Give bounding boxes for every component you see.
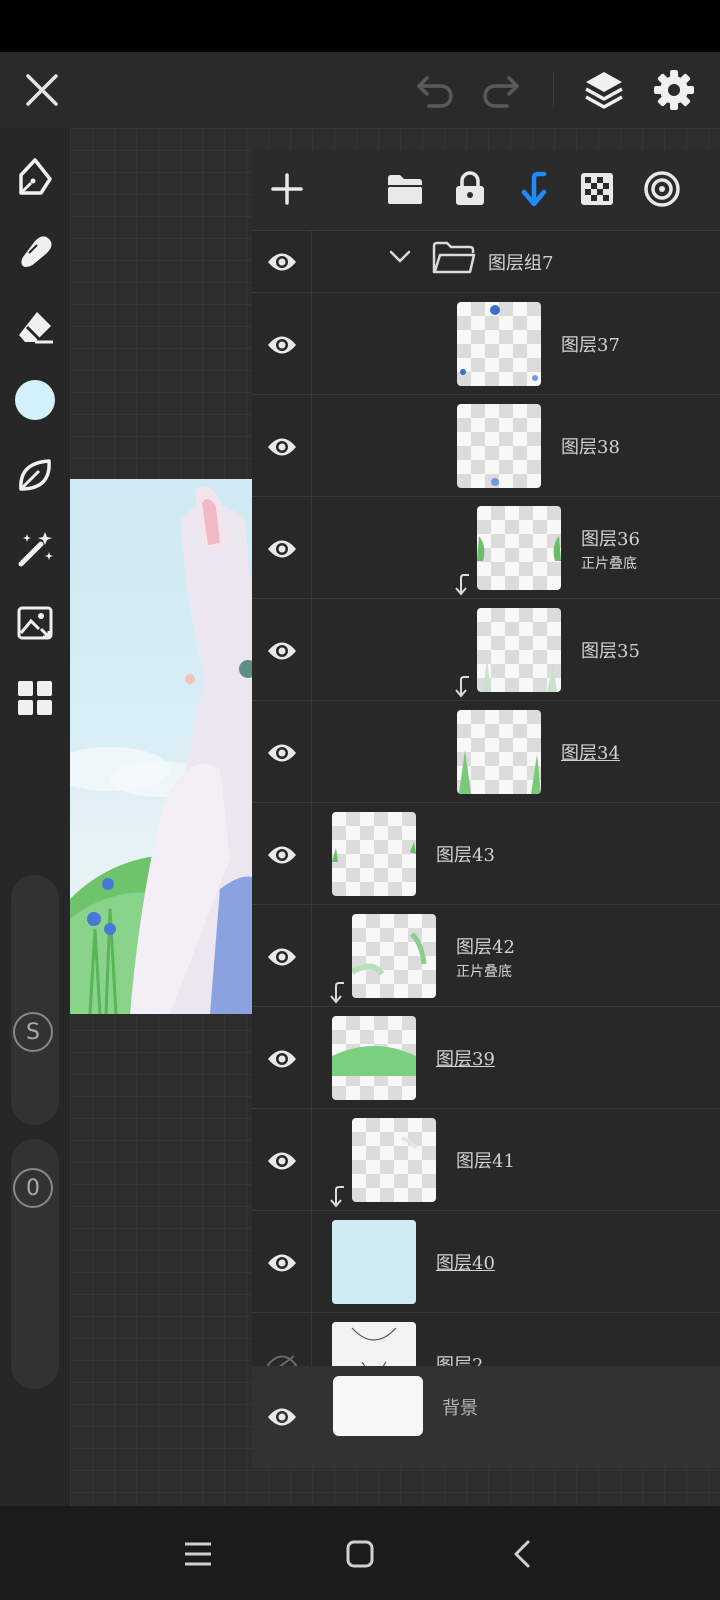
reference-icon[interactable] bbox=[635, 162, 689, 216]
layer-name: 图层36 bbox=[581, 529, 640, 550]
layers-icon[interactable] bbox=[576, 62, 632, 118]
clip-arrow-icon[interactable] bbox=[508, 162, 562, 216]
layer-thumbnail bbox=[332, 1322, 416, 1368]
eraser-icon[interactable] bbox=[8, 300, 62, 354]
background-layer-label: 背景 bbox=[442, 1398, 478, 1419]
layer-name: 图层40 bbox=[436, 1253, 495, 1274]
layer-name: 图层35 bbox=[581, 641, 640, 662]
layer-group-row[interactable]: 图层组7 bbox=[252, 230, 720, 293]
layer-visibility-toggle[interactable] bbox=[252, 905, 312, 1009]
layer-visibility-toggle[interactable] bbox=[252, 1007, 312, 1111]
group-label: 图层组7 bbox=[488, 253, 554, 274]
layer-row[interactable]: 图层37 bbox=[252, 292, 720, 397]
layer-visibility-toggle[interactable] bbox=[252, 293, 312, 397]
layer-name: 图层41 bbox=[456, 1151, 515, 1172]
layer-name: 图层43 bbox=[436, 845, 495, 866]
layer-row[interactable]: 图层36 正片叠底 bbox=[252, 496, 720, 601]
layers-panel-header bbox=[252, 150, 720, 230]
layer-visibility-toggle[interactable] bbox=[252, 497, 312, 601]
layer-visibility-toggle[interactable] bbox=[252, 701, 312, 805]
layer-thumbnail bbox=[352, 1118, 436, 1202]
layer-row[interactable]: 图层34 bbox=[252, 700, 720, 805]
size-badge: S bbox=[13, 1012, 53, 1052]
layer-row[interactable]: 图层38 bbox=[252, 394, 720, 499]
layer-thumbnail bbox=[457, 302, 541, 386]
grid-apps-icon[interactable] bbox=[8, 671, 62, 725]
layer-blend-mode: 正片叠底 bbox=[456, 964, 512, 980]
brush-size-slider[interactable] bbox=[11, 875, 59, 1125]
home-icon[interactable] bbox=[332, 1526, 388, 1582]
color-swatch[interactable] bbox=[8, 373, 62, 427]
system-nav-bar bbox=[0, 1506, 720, 1600]
layer-thumbnail bbox=[457, 710, 541, 794]
add-layer-icon[interactable] bbox=[260, 162, 314, 216]
layer-thumbnail bbox=[332, 1220, 416, 1304]
background-layer-row[interactable]: 背景 bbox=[252, 1366, 720, 1468]
layer-visibility-toggle[interactable] bbox=[252, 1109, 312, 1213]
layer-row[interactable]: 图层41 bbox=[252, 1108, 720, 1213]
layer-visibility-toggle[interactable] bbox=[252, 395, 312, 499]
left-toolbar: S 0 bbox=[0, 128, 70, 1506]
layer-blend-mode: 正片叠底 bbox=[581, 556, 637, 572]
smudge-icon[interactable] bbox=[8, 224, 62, 278]
lock-icon[interactable] bbox=[443, 162, 497, 216]
status-bar bbox=[0, 0, 720, 52]
artwork-preview[interactable] bbox=[70, 479, 252, 1014]
layer-visibility-toggle[interactable] bbox=[252, 1211, 312, 1315]
background-visibility-toggle[interactable] bbox=[252, 1366, 312, 1468]
layer-name: 图层37 bbox=[561, 335, 620, 356]
layer-name: 图层42 bbox=[456, 937, 515, 958]
layer-visibility-toggle[interactable] bbox=[252, 1313, 312, 1368]
background-thumbnail bbox=[333, 1376, 423, 1436]
layer-name: 图层38 bbox=[561, 437, 620, 458]
layer-thumbnail bbox=[352, 914, 436, 998]
top-bar bbox=[0, 52, 720, 132]
layer-row[interactable]: 图层43 bbox=[252, 802, 720, 907]
opacity-badge: 0 bbox=[13, 1168, 53, 1208]
topbar-divider bbox=[553, 72, 554, 108]
settings-icon[interactable] bbox=[646, 62, 702, 118]
folder-icon[interactable] bbox=[378, 162, 432, 216]
group-visibility-toggle[interactable] bbox=[252, 231, 312, 293]
redo-icon[interactable] bbox=[472, 62, 528, 118]
layer-thumbnail bbox=[457, 404, 541, 488]
layer-row[interactable]: 图层39 bbox=[252, 1006, 720, 1111]
layer-thumbnail bbox=[332, 812, 416, 896]
layer-thumbnail bbox=[477, 608, 561, 692]
clipping-arrow-icon bbox=[455, 573, 473, 597]
chevron-down-icon[interactable] bbox=[388, 249, 412, 269]
group-folder-icon bbox=[432, 241, 476, 279]
magic-wand-icon[interactable] bbox=[8, 521, 62, 575]
image-import-icon[interactable] bbox=[8, 596, 62, 650]
clipping-arrow-icon bbox=[330, 1185, 348, 1209]
layers-panel: 图层组7 图层37 图层38 图层36 正片叠底 图层35 图层34 图层43 图层42 正片叠… bbox=[252, 150, 720, 1468]
undo-icon[interactable] bbox=[408, 62, 464, 118]
layer-thumbnail bbox=[332, 1016, 416, 1100]
recent-apps-icon[interactable] bbox=[170, 1526, 226, 1582]
layer-thumbnail bbox=[477, 506, 561, 590]
layer-row[interactable]: 图层42 正片叠底 bbox=[252, 904, 720, 1009]
back-icon[interactable] bbox=[494, 1526, 550, 1582]
layer-row[interactable]: 图层40 bbox=[252, 1210, 720, 1315]
leaf-stabilizer-icon[interactable] bbox=[8, 448, 62, 502]
clipping-arrow-icon bbox=[330, 981, 348, 1005]
layer-name: 图层39 bbox=[436, 1049, 495, 1070]
layer-row[interactable]: 图层2 bbox=[252, 1312, 720, 1368]
clipping-arrow-icon bbox=[455, 675, 473, 699]
layer-row[interactable]: 图层35 bbox=[252, 598, 720, 703]
close-icon[interactable] bbox=[14, 62, 70, 118]
alpha-lock-icon[interactable] bbox=[570, 162, 624, 216]
brush-icon[interactable] bbox=[8, 150, 62, 204]
layer-visibility-toggle[interactable] bbox=[252, 803, 312, 907]
layer-visibility-toggle[interactable] bbox=[252, 599, 312, 703]
layer-name: 图层34 bbox=[561, 743, 620, 764]
